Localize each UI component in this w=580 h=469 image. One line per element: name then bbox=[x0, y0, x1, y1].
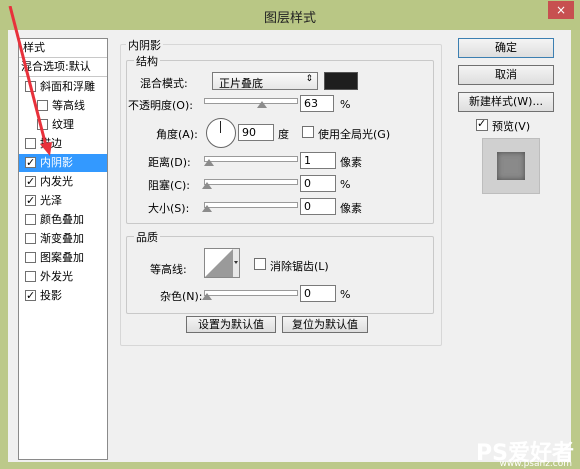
choke-slider[interactable] bbox=[204, 179, 298, 185]
ok-button[interactable]: 确定 bbox=[458, 38, 554, 58]
preview-checkbox[interactable] bbox=[476, 117, 488, 131]
angle-dial[interactable] bbox=[206, 118, 236, 148]
choke-label: 阻塞(C): bbox=[148, 179, 190, 192]
style-item-label: 内发光 bbox=[40, 175, 73, 188]
style-item-label: 渐变叠加 bbox=[40, 232, 84, 245]
distance-input[interactable]: 1 bbox=[300, 152, 336, 169]
noise-label: 杂色(N): bbox=[160, 290, 203, 303]
noise-input[interactable]: 0 bbox=[300, 285, 336, 302]
style-item[interactable]: 图案叠加 bbox=[19, 249, 107, 267]
quality-title: 品质 bbox=[134, 229, 160, 245]
global-light-label: 使用全局光(G) bbox=[318, 128, 391, 141]
contour-curve-icon bbox=[205, 249, 239, 277]
style-item[interactable]: 颜色叠加 bbox=[19, 211, 107, 229]
opacity-slider-thumb[interactable] bbox=[256, 101, 267, 108]
size-slider-thumb[interactable] bbox=[202, 205, 212, 212]
style-item[interactable]: 外发光 bbox=[19, 268, 107, 286]
preview-label: 预览(V) bbox=[492, 120, 531, 133]
style-item-label: 光泽 bbox=[40, 194, 62, 207]
opacity-label: 不透明度(O): bbox=[128, 99, 193, 112]
style-item-label: 图案叠加 bbox=[40, 251, 84, 264]
inner-shadow-title: 内阴影 bbox=[126, 37, 163, 53]
angle-label: 角度(A): bbox=[156, 128, 198, 141]
distance-unit: 像素 bbox=[340, 156, 362, 169]
contour-label: 等高线: bbox=[150, 263, 187, 276]
style-item-checkbox[interactable] bbox=[25, 287, 36, 305]
style-item[interactable]: 光泽 bbox=[19, 192, 107, 210]
distance-slider-thumb[interactable] bbox=[204, 159, 214, 166]
window-title: 图层样式 bbox=[263, 11, 316, 26]
red-arrow-annotation bbox=[8, 6, 52, 156]
shadow-color-swatch[interactable] bbox=[324, 72, 358, 90]
reset-default-button[interactable]: 复位为默认值 bbox=[282, 316, 368, 333]
angle-input[interactable]: 90 bbox=[238, 124, 274, 141]
new-style-button[interactable]: 新建样式(W)... bbox=[458, 92, 554, 112]
inner-shadow-panel: 内阴影 结构 混合模式: 正片叠底 ⇕ 不透明度(O): 63 % 角度(A):… bbox=[120, 37, 450, 346]
updown-arrow-icon: ⇕ bbox=[305, 74, 313, 84]
noise-slider[interactable] bbox=[204, 290, 298, 296]
opacity-slider[interactable] bbox=[204, 98, 298, 104]
style-item-checkbox[interactable] bbox=[25, 192, 36, 210]
distance-slider[interactable] bbox=[204, 156, 298, 162]
dialog-body: 样式 混合选项:默认 斜面和浮雕等高线纹理描边内阴影内发光光泽颜色叠加渐变叠加图… bbox=[8, 6, 571, 462]
size-unit: 像素 bbox=[340, 202, 362, 215]
size-input[interactable]: 0 bbox=[300, 198, 336, 215]
angle-indicator bbox=[220, 121, 221, 133]
contour-picker[interactable] bbox=[204, 248, 240, 278]
style-item[interactable]: 内发光 bbox=[19, 173, 107, 191]
style-item-checkbox[interactable] bbox=[25, 252, 36, 263]
style-item-label: 投影 bbox=[40, 289, 62, 302]
title-bar: 图层样式 × bbox=[0, 0, 580, 30]
preview-swatch bbox=[497, 152, 525, 180]
make-default-button[interactable]: 设置为默认值 bbox=[186, 316, 276, 333]
structure-title: 结构 bbox=[134, 53, 160, 69]
opacity-input[interactable]: 63 bbox=[300, 95, 334, 112]
choke-slider-thumb[interactable] bbox=[202, 182, 212, 189]
close-button[interactable]: × bbox=[548, 1, 574, 19]
style-item-label: 颜色叠加 bbox=[40, 213, 84, 226]
noise-unit: % bbox=[340, 288, 351, 301]
blend-mode-select[interactable]: 正片叠底 ⇕ bbox=[212, 72, 318, 90]
size-label: 大小(S): bbox=[148, 202, 190, 215]
layer-style-dialog: 图层样式 × 样式 混合选项:默认 斜面和浮雕等高线纹理描边内阴影内发光光泽颜色… bbox=[0, 0, 580, 469]
blend-mode-value: 正片叠底 bbox=[219, 77, 263, 90]
size-slider[interactable] bbox=[204, 202, 298, 208]
style-item[interactable]: 投影 bbox=[19, 287, 107, 305]
style-item-checkbox[interactable] bbox=[25, 233, 36, 244]
distance-label: 距离(D): bbox=[148, 156, 191, 169]
blend-mode-label: 混合模式: bbox=[140, 77, 188, 90]
anti-alias-label: 消除锯齿(L) bbox=[270, 260, 329, 273]
style-item[interactable]: 渐变叠加 bbox=[19, 230, 107, 248]
angle-unit: 度 bbox=[278, 128, 289, 141]
cancel-button[interactable]: 取消 bbox=[458, 65, 554, 85]
choke-input[interactable]: 0 bbox=[300, 175, 336, 192]
preview-box bbox=[482, 138, 540, 194]
noise-slider-thumb[interactable] bbox=[202, 293, 212, 300]
choke-unit: % bbox=[340, 178, 351, 191]
anti-alias-checkbox[interactable] bbox=[254, 258, 266, 270]
style-item-checkbox[interactable] bbox=[25, 271, 36, 282]
style-item-checkbox[interactable] bbox=[25, 173, 36, 191]
opacity-unit: % bbox=[340, 98, 351, 111]
watermark-url: www.psahz.com bbox=[499, 459, 572, 469]
style-item-label: 外发光 bbox=[40, 270, 73, 283]
style-item-checkbox[interactable] bbox=[25, 214, 36, 225]
global-light-checkbox[interactable] bbox=[302, 126, 314, 138]
